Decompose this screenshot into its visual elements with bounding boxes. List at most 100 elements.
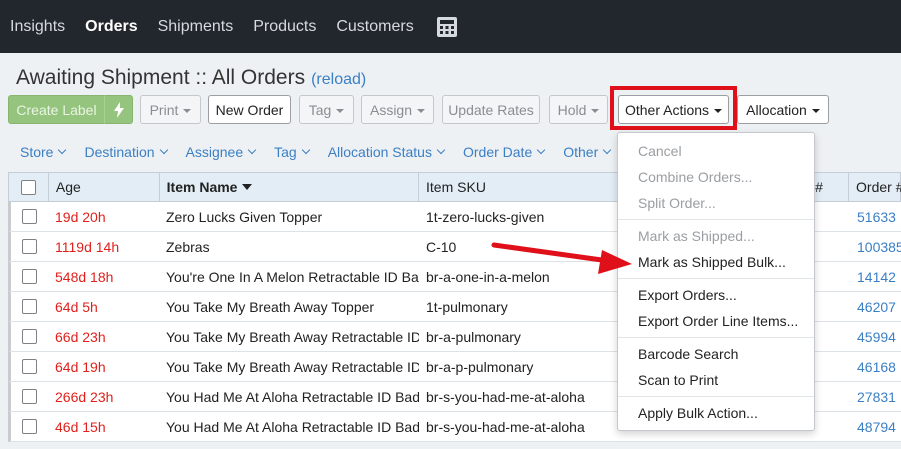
filter-other[interactable]: Other bbox=[563, 142, 612, 162]
row-checkbox[interactable] bbox=[22, 209, 37, 224]
filter-tag[interactable]: Tag bbox=[274, 142, 310, 162]
item-name-cell: You're One In A Melon Retractable ID Bad… bbox=[166, 268, 419, 285]
page-header: Awaiting Shipment :: All Orders (reload) bbox=[16, 66, 366, 90]
order-number-link[interactable]: 45994 bbox=[850, 322, 901, 351]
row-checkbox[interactable] bbox=[22, 299, 37, 314]
hash-cell bbox=[809, 352, 850, 381]
header-item-sku-label: Item SKU bbox=[426, 179, 486, 195]
print-button[interactable]: Print bbox=[140, 95, 201, 124]
hash-cell bbox=[809, 322, 850, 351]
assign-button[interactable]: Assign bbox=[361, 95, 434, 124]
new-order-button[interactable]: New Order bbox=[208, 95, 291, 124]
age-cell: 64d 19h bbox=[55, 358, 106, 375]
menu-item-scan-to-print[interactable]: Scan to Print bbox=[618, 367, 814, 393]
select-all-checkbox[interactable] bbox=[20, 179, 36, 195]
allocation-button[interactable]: Allocation bbox=[737, 95, 829, 124]
menu-item-combine-orders: Combine Orders... bbox=[638, 169, 753, 185]
hash-cell bbox=[809, 292, 850, 321]
header-item-name[interactable]: Item Name bbox=[160, 173, 420, 201]
item-name-cell: You Had Me At Aloha Retractable ID Badg.… bbox=[166, 418, 419, 435]
chevron-down-icon bbox=[301, 145, 310, 155]
order-number-link[interactable]: 48794 bbox=[850, 412, 901, 441]
item-name-cell: Zebras bbox=[166, 238, 210, 255]
chevron-down-icon bbox=[247, 145, 257, 155]
menu-item-barcode-search[interactable]: Barcode Search bbox=[618, 341, 814, 367]
nav-item-customers[interactable]: Customers bbox=[336, 18, 413, 36]
chevron-down-icon bbox=[536, 145, 546, 155]
hold-label: Hold bbox=[557, 101, 587, 118]
row-select-cell bbox=[11, 322, 48, 351]
update-rates-button[interactable]: Update Rates bbox=[442, 95, 540, 124]
row-select-cell bbox=[11, 292, 48, 321]
caret-down-icon bbox=[336, 108, 345, 113]
menu-divider bbox=[618, 337, 814, 338]
nav-item-shipments[interactable]: Shipments bbox=[158, 18, 234, 36]
item-name-cell: You Take My Breath Away Retractable ID .… bbox=[166, 358, 419, 375]
hold-button[interactable]: Hold bbox=[549, 95, 608, 124]
menu-item-export-orders[interactable]: Export Orders... bbox=[618, 282, 814, 308]
reload-link[interactable]: (reload) bbox=[311, 71, 366, 89]
new-order-label: New Order bbox=[215, 101, 284, 118]
hash-cell bbox=[809, 262, 850, 291]
order-number-link[interactable]: 51633 bbox=[850, 202, 901, 231]
header-item-name-label: Item Name bbox=[166, 179, 238, 195]
filter-label: Store bbox=[20, 144, 54, 160]
top-nav: Insights Orders Shipments Products Custo… bbox=[0, 0, 901, 53]
header-age[interactable]: Age bbox=[49, 173, 160, 201]
calculator-icon[interactable] bbox=[436, 16, 458, 38]
age-cell: 548d 18h bbox=[55, 268, 114, 285]
row-select-cell bbox=[11, 382, 48, 411]
caret-down-icon bbox=[811, 108, 820, 113]
row-checkbox[interactable] bbox=[22, 359, 37, 374]
tag-label: Tag bbox=[308, 101, 332, 118]
sort-descending-icon bbox=[242, 184, 253, 190]
chevron-down-icon bbox=[436, 145, 446, 155]
order-number-link[interactable]: 46207 bbox=[850, 292, 901, 321]
quick-create-button[interactable] bbox=[104, 95, 133, 124]
item-name-cell: You Had Me At Aloha Retractable ID Badg.… bbox=[166, 388, 419, 405]
assign-label: Assign bbox=[369, 101, 413, 118]
order-number-link[interactable]: 100385 bbox=[850, 232, 901, 261]
row-checkbox[interactable] bbox=[22, 329, 37, 344]
hash-cell bbox=[809, 382, 850, 411]
page-title: Awaiting Shipment :: All Orders bbox=[16, 66, 306, 89]
menu-item-export-order-line-items[interactable]: Export Order Line Items... bbox=[618, 308, 814, 334]
update-rates-label: Update Rates bbox=[448, 101, 534, 118]
order-number-link[interactable]: 14142 bbox=[850, 262, 901, 291]
age-cell: 64d 5h bbox=[55, 298, 98, 315]
menu-divider bbox=[618, 278, 814, 279]
nav-item-products[interactable]: Products bbox=[253, 18, 316, 36]
menu-item-mark-as-shipped-bulk[interactable]: Mark as Shipped Bulk... bbox=[618, 249, 814, 275]
hash-cell bbox=[809, 232, 850, 261]
filter-label: Order Date bbox=[462, 144, 533, 160]
age-cell: 19d 20h bbox=[55, 208, 106, 225]
age-cell: 266d 23h bbox=[55, 388, 114, 405]
nav-item-insights[interactable]: Insights bbox=[10, 18, 65, 36]
filter-order-date[interactable]: Order Date bbox=[462, 142, 546, 162]
filter-store[interactable]: Store bbox=[20, 142, 67, 162]
lightning-icon bbox=[113, 101, 124, 118]
header-order-number[interactable]: Order # bbox=[849, 173, 901, 201]
order-number-link[interactable]: 46168 bbox=[850, 352, 901, 381]
header-age-label: Age bbox=[55, 179, 81, 195]
create-label-button[interactable]: Create Label bbox=[8, 95, 105, 124]
filter-label: Destination bbox=[84, 144, 155, 160]
row-checkbox[interactable] bbox=[22, 269, 37, 284]
chevron-down-icon bbox=[603, 145, 612, 155]
order-number-link[interactable]: 27831 bbox=[850, 382, 901, 411]
tag-button[interactable]: Tag bbox=[299, 95, 354, 124]
row-select-cell bbox=[11, 232, 48, 261]
row-checkbox[interactable] bbox=[22, 239, 37, 254]
allocation-label: Allocation bbox=[746, 101, 807, 118]
menu-item-apply-bulk-action[interactable]: Apply Bulk Action... bbox=[618, 400, 814, 426]
age-cell: 46d 15h bbox=[55, 418, 106, 435]
header-select-all bbox=[9, 173, 49, 201]
nav-item-orders[interactable]: Orders bbox=[85, 18, 137, 36]
row-checkbox[interactable] bbox=[22, 389, 37, 404]
filter-destination[interactable]: Destination bbox=[84, 142, 168, 162]
filter-assignee[interactable]: Assignee bbox=[186, 142, 257, 162]
row-checkbox[interactable] bbox=[22, 419, 37, 434]
menu-item-cancel: Cancel bbox=[638, 143, 682, 159]
caret-down-icon bbox=[183, 108, 192, 113]
filter-allocation-status[interactable]: Allocation Status bbox=[328, 142, 446, 162]
